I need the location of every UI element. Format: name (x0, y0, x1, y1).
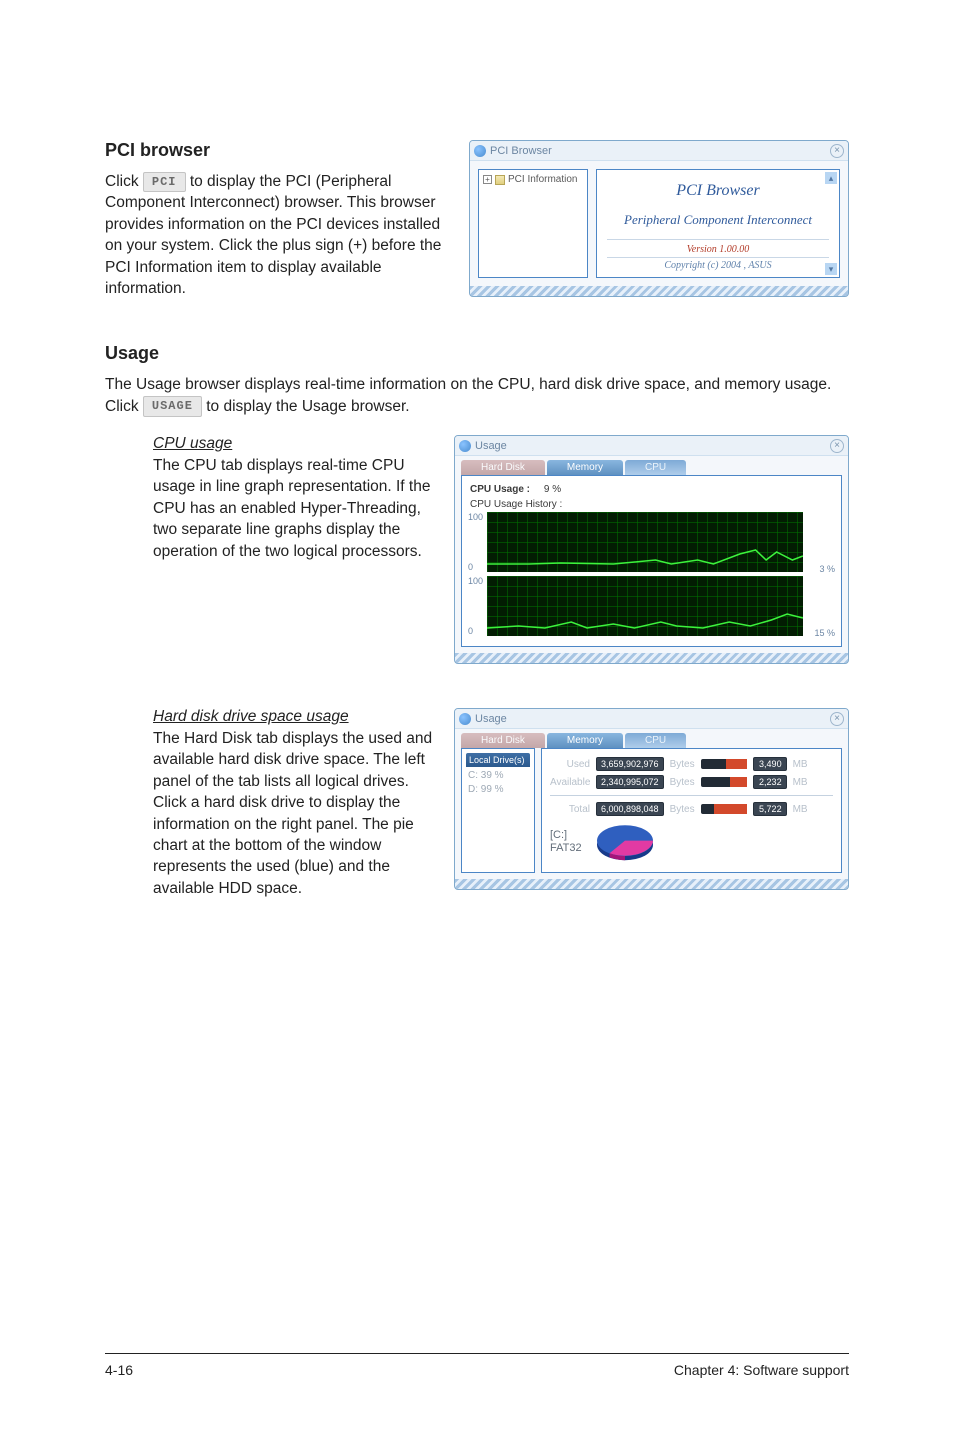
hdd-usage-text: The Hard Disk tab displays the used and … (153, 728, 440, 899)
folder-icon (495, 175, 505, 185)
bytes-unit: Bytes (670, 777, 695, 788)
avail-bar (701, 777, 747, 787)
mb-unit: MB (793, 759, 808, 770)
drive-details: Used 3,659,902,976 Bytes 3,490 MB Availa… (541, 748, 842, 873)
tab-memory[interactable]: Memory (547, 733, 623, 748)
drive-c[interactable]: C: 39 % (466, 769, 530, 783)
chapter-label: Chapter 4: Software support (674, 1362, 849, 1378)
scroll-up-icon[interactable]: ▴ (825, 172, 837, 184)
stat-total: Total 6,000,898,048 Bytes 5,722 MB (550, 802, 833, 816)
cpu-usage-heading: CPU usage (153, 435, 440, 453)
mb-unit: MB (793, 804, 808, 815)
cpu-graph-1-pct: 3 % (807, 512, 835, 576)
usage-intro-suffix: to display the Usage browser. (206, 398, 409, 415)
tree-expand-icon[interactable]: + (483, 175, 492, 184)
hdd-window-titlebar: Usage × (455, 709, 848, 729)
scale-bottom: 0 (468, 562, 483, 572)
pci-window-titlebar: PCI Browser × (470, 141, 848, 161)
scale-top: 100 (468, 576, 483, 586)
app-icon (459, 713, 471, 725)
drive-list: Local Drive(s) C: 39 % D: 99 % (461, 748, 535, 873)
hdd-window-title: Usage (475, 713, 507, 725)
pci-copyright: Copyright (c) 2004 , ASUS (607, 257, 829, 271)
usage-tabs: Hard Disk Memory CPU (455, 456, 848, 475)
pci-tree-item[interactable]: PCI Information (508, 174, 577, 185)
pie-chart (590, 820, 660, 864)
hdd-usage-window: Usage × Hard Disk Memory CPU Local Drive… (454, 708, 849, 890)
stat-avail: Available 2,340,995,072 Bytes 2,232 MB (550, 775, 833, 789)
cpu-scale-1: 100 0 (468, 512, 483, 572)
mb-unit: MB (793, 777, 808, 788)
pie-drive: [C:] (550, 829, 567, 841)
cpu-usage-label: CPU Usage : (470, 484, 530, 495)
cpu-usage-panel: CPU Usage : 9 % CPU Usage History : 100 … (461, 475, 842, 647)
cpu-scale-2: 100 0 (468, 576, 483, 636)
tab-cpu[interactable]: CPU (625, 733, 686, 748)
bytes-unit: Bytes (670, 759, 695, 770)
cpu-graph-1 (487, 512, 803, 572)
close-icon[interactable]: × (830, 439, 844, 453)
pci-version: Version 1.00.00 (607, 239, 829, 255)
usage-inline-button[interactable]: USAGE (143, 396, 202, 417)
scale-bottom: 0 (468, 626, 483, 636)
used-bytes: 3,659,902,976 (596, 757, 664, 771)
cpu-history-label: CPU Usage History : (470, 499, 833, 510)
used-mb: 3,490 (753, 757, 787, 771)
app-icon (474, 145, 486, 157)
page-footer: 4-16 Chapter 4: Software support (105, 1353, 849, 1378)
total-mb: 5,722 (753, 802, 787, 816)
cpu-graph-2-pct: 15 % (807, 576, 835, 640)
window-resize-grip[interactable] (455, 879, 848, 889)
pci-inline-button[interactable]: PCI (143, 172, 186, 193)
pci-click-suffix: to display the PCI (Peripheral Component… (105, 173, 441, 297)
avail-bytes: 2,340,995,072 (596, 775, 664, 789)
drive-d[interactable]: D: 99 % (466, 783, 530, 797)
used-bar (701, 759, 747, 769)
cpu-usage-value: 9 % (544, 484, 561, 495)
usage-section-title: Usage (105, 343, 849, 364)
hdd-usage-heading: Hard disk drive space usage (153, 708, 440, 726)
bytes-unit: Bytes (670, 804, 695, 815)
divider (550, 795, 833, 796)
pci-tree[interactable]: + PCI Information (478, 169, 588, 278)
pci-click-prefix: Click (105, 173, 143, 190)
stat-used: Used 3,659,902,976 Bytes 3,490 MB (550, 757, 833, 771)
cpu-graph-2 (487, 576, 803, 636)
pie-label: [C:] FAT32 (550, 829, 582, 855)
page-number: 4-16 (105, 1362, 133, 1378)
total-label: Total (550, 804, 590, 815)
pci-window-title: PCI Browser (490, 145, 552, 157)
pci-section-title: PCI browser (105, 140, 455, 161)
pci-window: PCI Browser × + PCI Information ▴ PCI Br… (469, 140, 849, 297)
close-icon[interactable]: × (830, 144, 844, 158)
usage-intro: The Usage browser displays real-time inf… (105, 374, 849, 417)
cpu-window-title: Usage (475, 440, 507, 452)
tab-memory[interactable]: Memory (547, 460, 623, 475)
cpu-usage-window: Usage × Hard Disk Memory CPU CPU Usage :… (454, 435, 849, 664)
tab-cpu[interactable]: CPU (625, 460, 686, 475)
avail-mb: 2,232 (753, 775, 787, 789)
scroll-down-icon[interactable]: ▾ (825, 263, 837, 275)
usage-tabs: Hard Disk Memory CPU (455, 729, 848, 748)
total-bar (701, 804, 747, 814)
pci-info-panel: ▴ PCI Browser Peripheral Component Inter… (596, 169, 840, 278)
scale-top: 100 (468, 512, 483, 522)
cpu-window-titlebar: Usage × (455, 436, 848, 456)
window-resize-grip[interactable] (455, 653, 848, 663)
pci-panel-heading: PCI Browser (603, 182, 833, 200)
close-icon[interactable]: × (830, 712, 844, 726)
used-label: Used (550, 759, 590, 770)
total-bytes: 6,000,898,048 (596, 802, 664, 816)
pie-filesystem: FAT32 (550, 842, 582, 854)
tab-hard-disk[interactable]: Hard Disk (461, 733, 545, 748)
window-resize-grip[interactable] (470, 286, 848, 296)
cpu-usage-text: The CPU tab displays real-time CPU usage… (153, 455, 440, 562)
avail-label: Available (550, 777, 590, 788)
pci-panel-subheading: Peripheral Component Interconnect (603, 212, 833, 229)
tab-hard-disk[interactable]: Hard Disk (461, 460, 545, 475)
pci-paragraph: Click PCI to display the PCI (Peripheral… (105, 171, 455, 299)
app-icon (459, 440, 471, 452)
drive-list-header: Local Drive(s) (466, 753, 530, 767)
